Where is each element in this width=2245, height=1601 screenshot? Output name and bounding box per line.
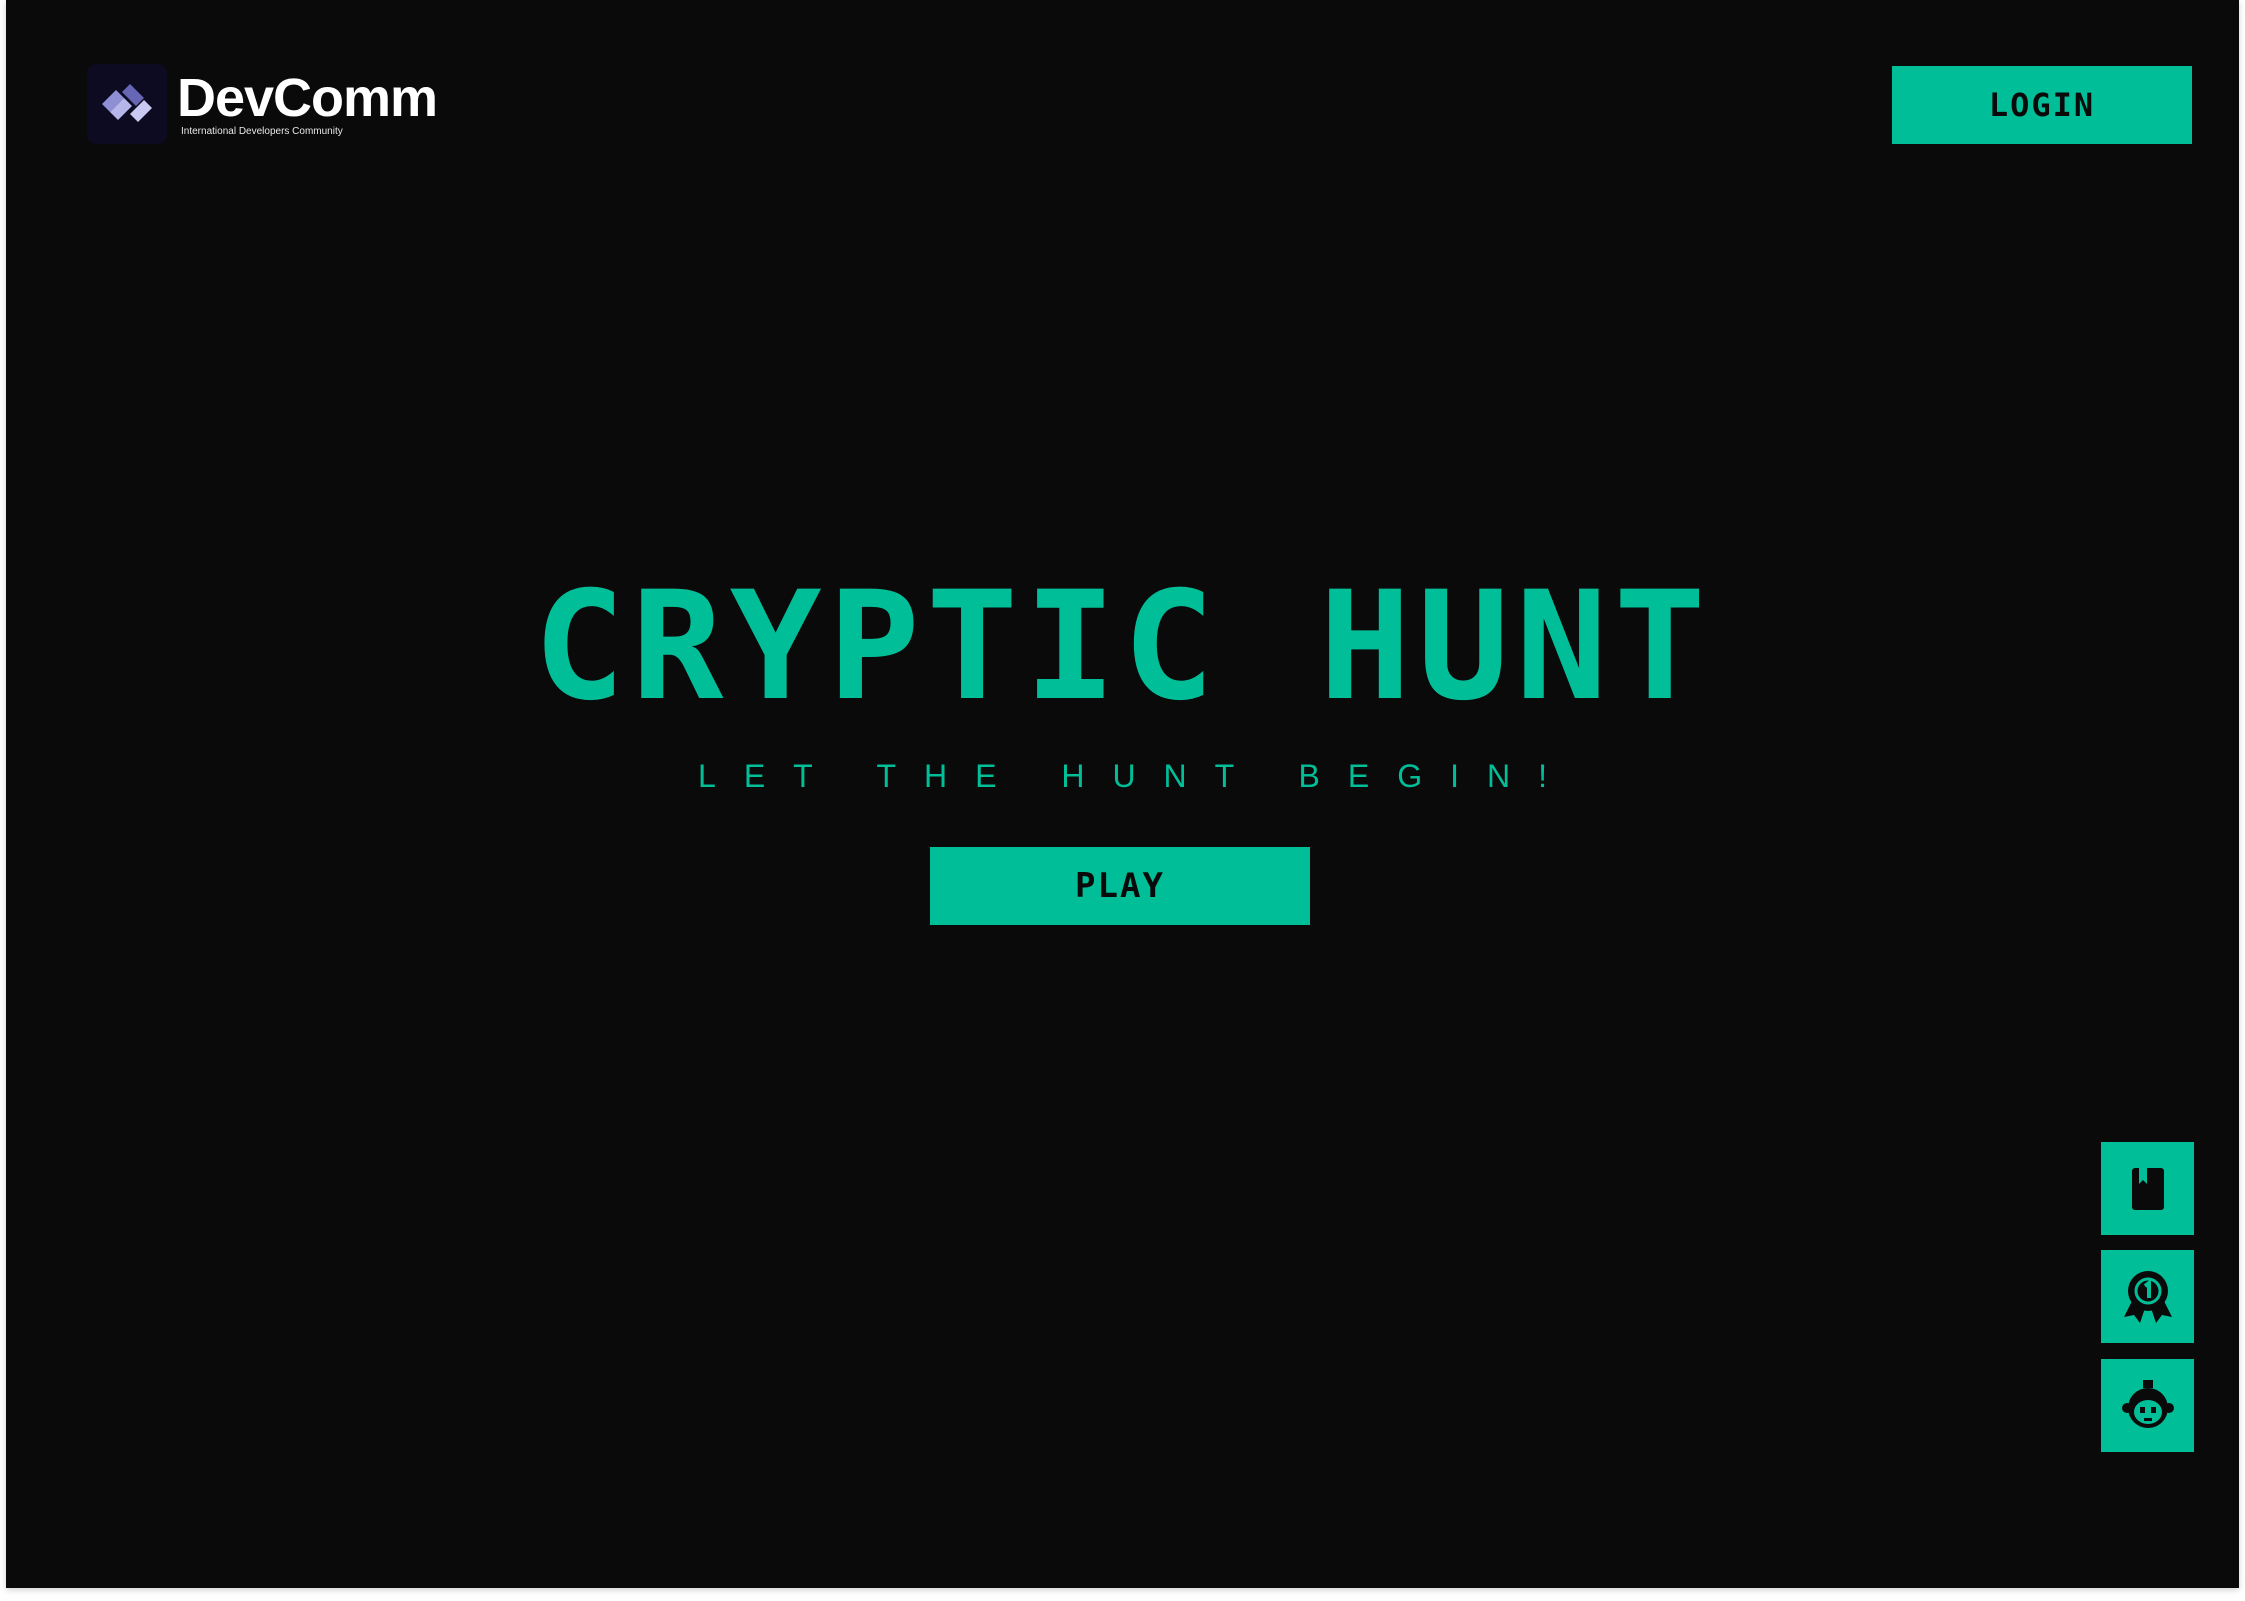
hero-subtitle: LET THE HUNT BEGIN! — [698, 758, 1575, 794]
logo-tagline: International Developers Community — [181, 126, 343, 137]
avatar-icon — [2120, 1378, 2176, 1434]
book-icon — [2128, 1166, 2168, 1212]
rules-button[interactable] — [2101, 1142, 2194, 1235]
login-button[interactable]: LOGIN — [1892, 66, 2192, 144]
devcomm-logo[interactable]: DevComm International Developers Communi… — [87, 64, 438, 144]
hero-title: CRYPTIC HUNT — [533, 560, 1712, 734]
devcomm-logo-icon — [87, 64, 167, 144]
logo-name: DevComm — [177, 68, 438, 128]
profile-button[interactable] — [2101, 1359, 2194, 1452]
leaderboard-button[interactable] — [2101, 1250, 2194, 1343]
logo-text: DevComm International Developers Communi… — [177, 68, 438, 138]
award-medal-icon — [2120, 1267, 2176, 1327]
play-button[interactable]: PLAY — [930, 847, 1310, 925]
app-window: DevComm International Developers Communi… — [6, 0, 2239, 1588]
